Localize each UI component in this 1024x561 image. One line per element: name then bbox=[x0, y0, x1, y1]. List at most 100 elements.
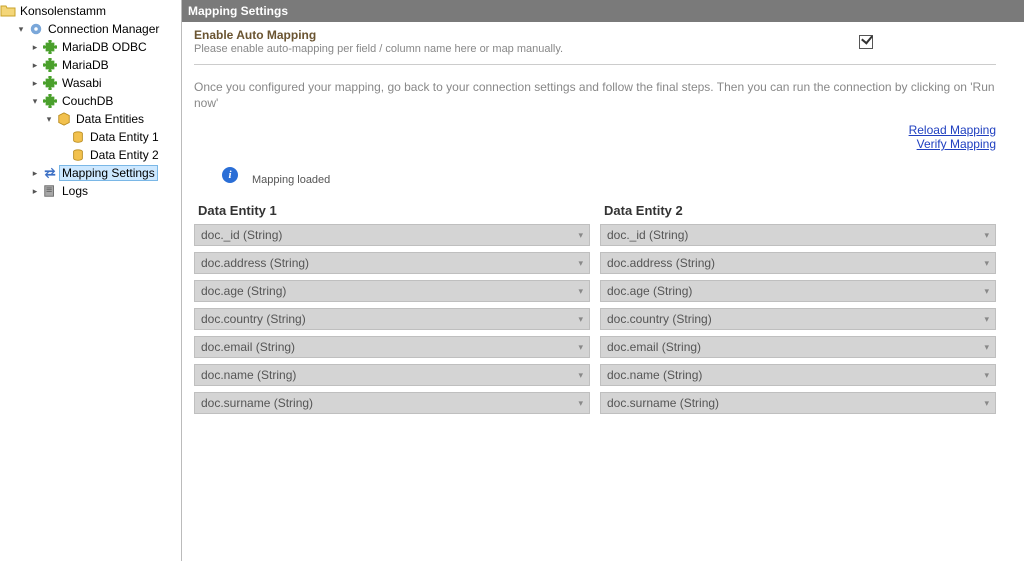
tree-connection-item[interactable]: ▸ MariaDB ODBC bbox=[0, 38, 181, 56]
tree-connection-item-label: Wasabi bbox=[60, 76, 104, 90]
mapping-right-value: doc._id (String) bbox=[607, 228, 688, 242]
verify-mapping-link[interactable]: Verify Mapping bbox=[917, 137, 996, 151]
status-row: i Mapping loaded bbox=[222, 167, 996, 183]
tree-data-entities[interactable]: ▾ Data Entities bbox=[0, 110, 181, 128]
chevron-down-icon: ▾ bbox=[578, 398, 583, 409]
mapping-left-dropdown[interactable]: doc.surname (String) ▾ bbox=[194, 392, 590, 414]
auto-mapping-section: Enable Auto Mapping Please enable auto-m… bbox=[194, 28, 996, 65]
chevron-right-icon[interactable]: ▸ bbox=[28, 184, 42, 198]
mapping-left-value: doc._id (String) bbox=[201, 228, 282, 242]
tree-mapping-settings[interactable]: ▸ Mapping Settings bbox=[0, 164, 181, 182]
chevron-down-icon: ▾ bbox=[984, 314, 989, 325]
chevron-down-icon[interactable]: ▾ bbox=[14, 22, 28, 36]
mapping-left-value: doc.surname (String) bbox=[201, 396, 313, 410]
col2-header: Data Entity 2 bbox=[604, 203, 996, 218]
puzzle-icon bbox=[42, 93, 58, 109]
info-icon: i bbox=[222, 167, 238, 183]
tree-root[interactable]: Konsolenstamm bbox=[0, 2, 181, 20]
mapping-right-value: doc.address (String) bbox=[607, 256, 715, 270]
chevron-down-icon: ▾ bbox=[578, 258, 583, 269]
chevron-down-icon[interactable]: ▾ bbox=[42, 112, 56, 126]
mapping-row: doc.age (String) ▾ doc.age (String) ▾ bbox=[194, 280, 996, 302]
chevron-right-icon[interactable]: ▸ bbox=[28, 76, 42, 90]
mapping-row: doc.email (String) ▾ doc.email (String) ▾ bbox=[194, 336, 996, 358]
tree-entity-item[interactable]: Data Entity 2 bbox=[0, 146, 181, 164]
tree-entity-item-label: Data Entity 2 bbox=[88, 148, 161, 162]
chevron-down-icon: ▾ bbox=[578, 342, 583, 353]
mapping-right-dropdown[interactable]: doc.email (String) ▾ bbox=[600, 336, 996, 358]
tree-connection-item-label: MariaDB bbox=[60, 58, 111, 72]
cube-icon bbox=[56, 111, 72, 127]
mapping-columns-header: Data Entity 1 Data Entity 2 bbox=[194, 203, 996, 218]
mapping-left-dropdown[interactable]: doc.country (String) ▾ bbox=[194, 308, 590, 330]
puzzle-icon bbox=[42, 75, 58, 91]
status-text: Mapping loaded bbox=[252, 174, 330, 186]
chevron-down-icon: ▾ bbox=[578, 230, 583, 241]
tree-connection-item[interactable]: ▾ CouchDB bbox=[0, 92, 181, 110]
tree-connection-item[interactable]: ▸ Wasabi bbox=[0, 74, 181, 92]
tree-entity-item-label: Data Entity 1 bbox=[88, 130, 161, 144]
tree-connection-item-label: MariaDB ODBC bbox=[60, 40, 149, 54]
mapping-left-dropdown[interactable]: doc.email (String) ▾ bbox=[194, 336, 590, 358]
tree-logs[interactable]: ▸ Logs bbox=[0, 182, 181, 200]
chevron-down-icon: ▾ bbox=[984, 230, 989, 241]
mapping-links: Reload Mapping Verify Mapping bbox=[194, 123, 996, 151]
chevron-down-icon: ▾ bbox=[984, 342, 989, 353]
chevron-right-icon[interactable]: ▸ bbox=[28, 40, 42, 54]
chevron-right-icon[interactable]: ▸ bbox=[28, 166, 42, 180]
chevron-down-icon: ▾ bbox=[984, 286, 989, 297]
tree-logs-label: Logs bbox=[60, 184, 90, 198]
puzzle-icon bbox=[42, 39, 58, 55]
tree-connection-item-label: CouchDB bbox=[60, 94, 115, 108]
auto-mapping-check-cell bbox=[736, 28, 996, 56]
mapping-right-dropdown[interactable]: doc.age (String) ▾ bbox=[600, 280, 996, 302]
chevron-down-icon: ▾ bbox=[578, 314, 583, 325]
mapping-right-dropdown[interactable]: doc.country (String)▾ bbox=[600, 308, 996, 330]
db-icon bbox=[70, 129, 86, 145]
mapping-left-dropdown[interactable]: doc._id (String) ▾ bbox=[194, 224, 590, 246]
log-icon bbox=[42, 183, 58, 199]
db-icon bbox=[70, 147, 86, 163]
reload-mapping-link[interactable]: Reload Mapping bbox=[909, 123, 996, 137]
mapping-left-dropdown[interactable]: doc.address (String)▾ bbox=[194, 252, 590, 274]
chevron-down-icon[interactable]: ▾ bbox=[28, 94, 42, 108]
chevron-down-icon: ▾ bbox=[578, 370, 583, 381]
chevron-right-icon[interactable]: ▸ bbox=[28, 58, 42, 72]
auto-mapping-title: Enable Auto Mapping bbox=[194, 28, 736, 42]
mapping-list: doc._id (String)▾doc._id (String)▾doc.ad… bbox=[194, 224, 996, 414]
instruction-text: Once you configured your mapping, go bac… bbox=[194, 79, 996, 111]
mapping-right-dropdown[interactable]: doc.name (String)▾ bbox=[600, 364, 996, 386]
tree-root-label: Konsolenstamm bbox=[18, 4, 108, 18]
mapping-left-value: doc.age (String) bbox=[201, 284, 286, 298]
tree-conn-mgr-label: Connection Manager bbox=[46, 22, 161, 36]
chevron-down-icon: ▾ bbox=[984, 258, 989, 269]
chevron-down-icon: ▾ bbox=[578, 286, 583, 297]
mapping-left-value: doc.country (String) bbox=[201, 312, 306, 326]
mapping-right-value: doc.age (String) bbox=[607, 284, 692, 298]
mapping-right-value: doc.surname (String) bbox=[607, 396, 719, 410]
mapping-row: doc.surname (String) ▾ doc.surname (String… bbox=[194, 392, 996, 414]
tree-entity-item[interactable]: Data Entity 1 bbox=[0, 128, 181, 146]
mapping-right-dropdown[interactable]: doc.address (String) ▾ bbox=[600, 252, 996, 274]
mapping-left-dropdown[interactable]: doc.age (String) ▾ bbox=[194, 280, 590, 302]
auto-mapping-checkbox[interactable] bbox=[859, 35, 873, 49]
mapping-row: doc.name (String)▾ doc.name (String)▾ bbox=[194, 364, 996, 386]
mapping-right-dropdown[interactable]: doc.surname (String)▾ bbox=[600, 392, 996, 414]
mapping-left-value: doc.email (String) bbox=[201, 340, 295, 354]
tree-view: Konsolenstamm ▾ Connection Manager ▸ Mari… bbox=[0, 0, 182, 561]
mapping-right-dropdown[interactable]: doc._id (String) ▾ bbox=[600, 224, 996, 246]
panel-content: Enable Auto Mapping Please enable auto-m… bbox=[182, 22, 1024, 561]
tree-mapping-settings-label: Mapping Settings bbox=[60, 166, 157, 180]
chevron-down-icon: ▾ bbox=[984, 370, 989, 381]
tree-connection-item[interactable]: ▸ MariaDB bbox=[0, 56, 181, 74]
swap-icon bbox=[42, 165, 58, 181]
mapping-right-value: doc.email (String) bbox=[607, 340, 701, 354]
mapping-row: doc.country (String)▾doc.country (String… bbox=[194, 308, 996, 330]
mapping-left-dropdown[interactable]: doc.name (String)▾ bbox=[194, 364, 590, 386]
tree-data-entities-label: Data Entities bbox=[74, 112, 146, 126]
folder-icon bbox=[0, 3, 16, 19]
mapping-row: doc._id (String) ▾ doc._id (String) ▾ bbox=[194, 224, 996, 246]
tree-connection-manager[interactable]: ▾ Connection Manager bbox=[0, 20, 181, 38]
col1-header: Data Entity 1 bbox=[198, 203, 590, 218]
panel-title: Mapping Settings bbox=[182, 0, 1024, 22]
